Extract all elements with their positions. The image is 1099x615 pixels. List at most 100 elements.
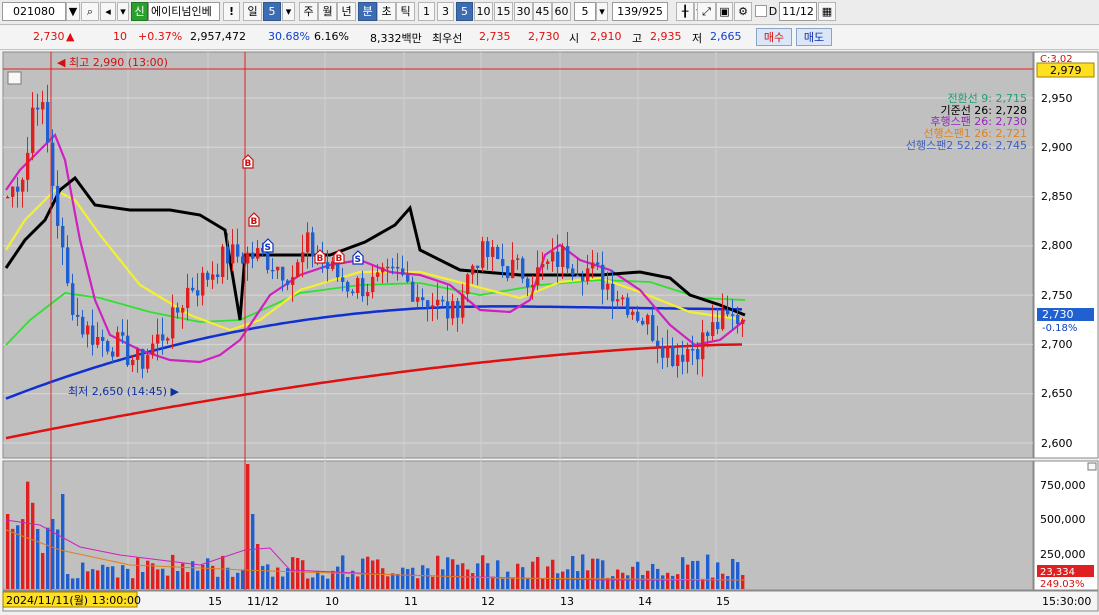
credit-badge: 신 — [131, 2, 148, 21]
volume-bar — [516, 563, 520, 589]
volume-bar — [281, 576, 285, 589]
turnover-rate: 6.16% — [314, 30, 349, 43]
best-bid: 2,730 — [528, 30, 560, 43]
volume-bar — [126, 568, 130, 589]
stock-name-field[interactable]: 에이티넘인베 — [148, 2, 220, 21]
period-day-button[interactable]: 일 — [243, 2, 262, 21]
volume-bar — [676, 574, 680, 589]
volume-bar — [11, 528, 15, 589]
settings-button[interactable]: ⚙ — [734, 2, 752, 21]
candle-body — [496, 247, 500, 260]
candle-type-button[interactable]: ╂ — [676, 2, 694, 21]
candle-body — [726, 309, 730, 315]
interval-60-button[interactable]: 60 — [552, 2, 571, 21]
year-button[interactable]: 년 — [337, 2, 356, 21]
volume-bar — [741, 574, 745, 589]
interval-5-button[interactable]: 5 — [456, 2, 473, 21]
candle-body — [536, 267, 540, 285]
candle-body — [56, 185, 60, 226]
candle-body — [696, 349, 700, 360]
volume-bar — [171, 554, 175, 589]
candle-body — [481, 241, 485, 268]
tick-button[interactable]: 틱 — [396, 2, 415, 21]
stock-code-value: 021080 — [13, 5, 55, 18]
period-number-button[interactable]: 5 — [263, 2, 281, 21]
calendar-button[interactable]: ▦ — [818, 2, 836, 21]
candle-body — [71, 283, 75, 315]
volume-bar — [561, 571, 565, 589]
candle-body — [666, 345, 670, 358]
open-label: 시 — [569, 32, 580, 45]
custom-interval-input[interactable]: 5 — [574, 2, 596, 21]
candle-body — [596, 262, 600, 265]
signal-label: B — [245, 159, 252, 169]
signal-label: B — [336, 254, 343, 264]
chart-svg[interactable]: ◀ 최고 2,990 (13:00) 최저 2,650 (14:45) ▶ 전환… — [0, 50, 1099, 612]
week-button[interactable]: 주 — [299, 2, 318, 21]
buy-button[interactable]: 매수 — [756, 28, 792, 46]
candle-body — [41, 102, 45, 110]
trade-amount: 8,332백만 — [370, 32, 422, 45]
candle-body — [521, 258, 525, 279]
volume-ratio: 30.68% — [268, 30, 310, 43]
interval-10-button[interactable]: 10 — [474, 2, 493, 21]
chart-area[interactable]: ◀ 최고 2,990 (13:00) 최저 2,650 (14:45) ▶ 전환… — [0, 50, 1099, 612]
save-button[interactable]: ▣ — [716, 2, 733, 21]
indicator-button[interactable]: ⤢ — [697, 2, 716, 21]
search-button[interactable]: ⌕ — [81, 2, 99, 21]
sound-dropdown-button[interactable]: ▾ — [117, 2, 129, 21]
candle-body — [211, 274, 215, 280]
candle-body — [191, 287, 195, 291]
candle-body — [661, 346, 665, 358]
chart-toggle-icon[interactable] — [7, 71, 22, 85]
candle-body — [361, 278, 365, 297]
volume-bar — [91, 569, 95, 589]
data-count-field[interactable]: 139/925 — [612, 2, 668, 21]
candle-body — [286, 280, 290, 285]
time-label: 12 — [481, 595, 495, 608]
stock-code-dropdown-button[interactable]: ▼ — [66, 2, 80, 21]
alert-button[interactable]: ! — [223, 2, 240, 21]
candle-body — [121, 332, 125, 336]
candle-body — [206, 272, 210, 280]
volume-bar — [691, 560, 695, 589]
interval-1-button[interactable]: 1 — [418, 2, 435, 21]
candle-body — [101, 336, 105, 341]
current-price: 2,730 — [33, 30, 65, 43]
toolbar: 021080 ▼ ⌕ ◂ ▾ 신 에이티넘인베 ! 일 5 ▾ 주 월 년 분 … — [0, 0, 1099, 25]
candle-body — [606, 283, 610, 290]
interval-45-button[interactable]: 45 — [533, 2, 552, 21]
volume-bar — [291, 557, 295, 589]
candle-body — [636, 311, 640, 321]
candle-body — [631, 311, 635, 315]
candle-body — [506, 266, 510, 279]
candle-body — [441, 299, 445, 302]
volume-bar — [116, 577, 120, 589]
candle-body — [386, 266, 390, 269]
date-checkbox[interactable] — [755, 5, 767, 17]
period-dropdown-button[interactable]: ▾ — [282, 2, 295, 21]
custom-interval-dropdown[interactable]: ▾ — [596, 2, 608, 21]
month-button[interactable]: 월 — [318, 2, 337, 21]
candle-body — [736, 314, 740, 325]
low-price: 2,665 — [710, 30, 742, 43]
volume-pane-close-icon[interactable] — [1087, 462, 1097, 471]
volume-bar — [581, 554, 585, 589]
sound-button[interactable]: ◂ — [100, 2, 116, 21]
interval-30-button[interactable]: 30 — [514, 2, 533, 21]
interval-3-button[interactable]: 3 — [437, 2, 454, 21]
candle-body — [366, 292, 370, 297]
second-button[interactable]: 초 — [377, 2, 396, 21]
interval-15-button[interactable]: 15 — [494, 2, 513, 21]
candle-body — [341, 277, 345, 282]
candle-body — [701, 332, 705, 360]
date-input[interactable]: 11/12 — [779, 2, 817, 21]
volume-bar — [346, 576, 350, 589]
stock-code-input[interactable]: 021080 — [2, 2, 66, 21]
volume-bar — [36, 529, 40, 589]
volume-bar — [386, 576, 390, 589]
volume-bar — [481, 555, 485, 589]
low-price-label: 최저 2,650 (14:45) ▶ — [68, 385, 180, 398]
minute-button[interactable]: 분 — [358, 2, 377, 21]
sell-button[interactable]: 매도 — [796, 28, 832, 46]
